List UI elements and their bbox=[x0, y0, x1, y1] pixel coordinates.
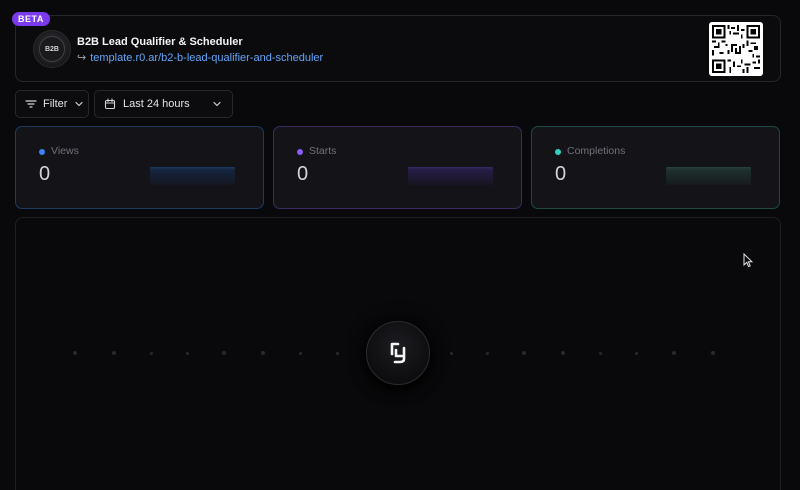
stat-card-views[interactable]: Views 0 bbox=[15, 126, 264, 209]
stat-card-starts[interactable]: Starts 0 bbox=[273, 126, 522, 209]
stat-value: 0 bbox=[555, 163, 567, 185]
loading-dot bbox=[561, 351, 565, 355]
loading-dot bbox=[711, 351, 715, 355]
loading-dot bbox=[222, 351, 226, 355]
stat-label: Completions bbox=[567, 145, 626, 157]
views-sparkline bbox=[150, 167, 235, 185]
completions-sparkline bbox=[666, 167, 751, 185]
loading-dot bbox=[299, 352, 302, 355]
loading-dot bbox=[486, 352, 489, 355]
stat-value: 0 bbox=[39, 163, 51, 185]
loading-dot bbox=[672, 351, 676, 355]
loading-dot bbox=[112, 351, 116, 355]
redirect-arrow-icon: ↪ bbox=[77, 52, 87, 64]
stat-card-completions[interactable]: Completions 0 bbox=[531, 126, 780, 209]
form-link-row[interactable]: ↪ template.r0.ar/b2-b-lead-qualifier-and… bbox=[77, 51, 323, 65]
form-header-card bbox=[15, 15, 781, 82]
form-public-link[interactable]: template.r0.ar/b2-b-lead-qualifier-and-s… bbox=[90, 52, 323, 64]
beta-badge: BETA bbox=[12, 12, 50, 26]
qr-code-icon[interactable] bbox=[709, 22, 763, 76]
chevron-down-icon bbox=[75, 101, 84, 107]
calendar-icon bbox=[104, 98, 116, 110]
loading-dot bbox=[261, 351, 265, 355]
loading-dot bbox=[522, 351, 526, 355]
loading-dot bbox=[336, 352, 339, 355]
app-logo-icon bbox=[366, 321, 430, 385]
loading-dot bbox=[186, 352, 189, 355]
loading-dot bbox=[150, 352, 153, 355]
filter-button[interactable]: Filter bbox=[15, 90, 89, 118]
filter-label: Filter bbox=[43, 98, 68, 110]
chevron-down-icon bbox=[213, 101, 221, 107]
starts-dot bbox=[297, 149, 303, 155]
date-range-label: Last 24 hours bbox=[123, 98, 190, 110]
loading-dot bbox=[73, 351, 77, 355]
loading-dot bbox=[635, 352, 638, 355]
stat-label: Starts bbox=[309, 145, 337, 157]
form-avatar: B2B bbox=[33, 30, 71, 68]
starts-sparkline bbox=[408, 167, 493, 185]
stat-label: Views bbox=[51, 145, 79, 157]
filter-icon bbox=[25, 100, 37, 108]
date-range-select[interactable]: Last 24 hours bbox=[94, 90, 233, 118]
views-dot bbox=[39, 149, 45, 155]
loading-dot bbox=[450, 352, 453, 355]
form-title: B2B Lead Qualifier & Scheduler bbox=[77, 36, 243, 48]
form-avatar-text: B2B bbox=[39, 36, 65, 62]
mouse-cursor-icon bbox=[743, 253, 753, 268]
stat-value: 0 bbox=[297, 163, 309, 185]
completions-dot bbox=[555, 149, 561, 155]
loading-dot bbox=[599, 352, 602, 355]
